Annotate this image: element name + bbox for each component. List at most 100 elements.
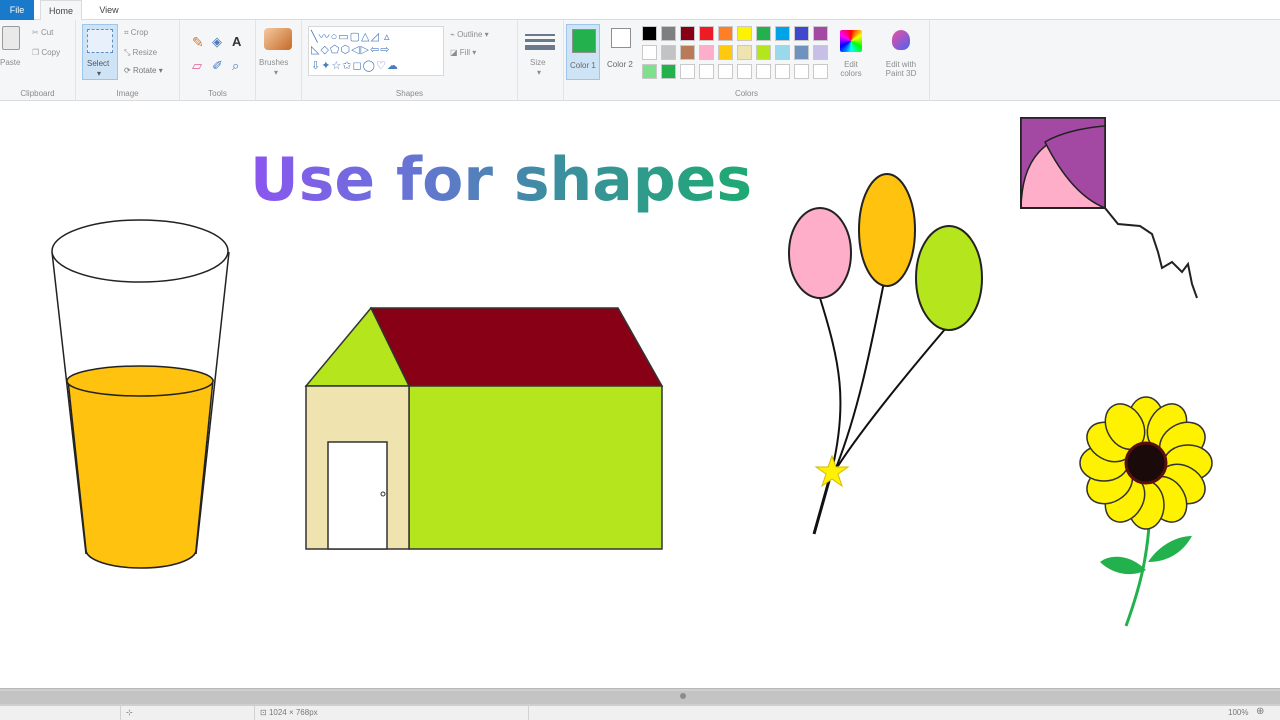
color-1-button[interactable]: Color 1 [566,24,600,80]
size-group: Size ▾ [518,20,564,101]
drawing-canvas[interactable]: Use for shapes [0,102,1280,688]
text-icon[interactable]: A [232,34,241,49]
image-group-label: Image [116,89,139,98]
shapes-gallery[interactable]: ╲〰○▭▢△◿ ▵ ◺◇⬠⬡◁▷⇦⇨ ⇩✦☆✩◻◯♡☁ [308,26,444,76]
paint-3d-icon [892,30,910,50]
flower-head [1079,396,1213,530]
ribbon: Paste ✂ Cut ❐ Copy Clipboard Select ▾ ⌗ … [0,20,1280,101]
palette-color-swatch[interactable] [756,26,771,41]
select-button[interactable]: Select ▾ [82,24,118,80]
scrollbar-thumb[interactable] [0,691,1280,704]
palette-color-swatch[interactable] [642,26,657,41]
tools-group: ✎ ◈ A ▱ ✐ ⌕ Tools [180,20,256,101]
tools-group-label: Tools [208,89,227,98]
fill-dropdown-icon: ▾ [472,48,477,57]
crop-button[interactable]: ⌗ Crop [124,28,148,38]
tab-home[interactable]: Home [40,0,82,21]
palette-color-swatch[interactable] [699,26,714,41]
balloon-star [814,454,850,488]
magnifier-icon[interactable]: ⌕ [232,58,239,74]
palette-color-swatch[interactable] [642,45,657,60]
fill-label: Fill [459,48,471,57]
paint-window: File Home View Paste ✂ Cut ❐ Copy Clipbo… [0,0,1280,720]
pencil-icon[interactable]: ✎ [192,34,204,51]
cut-button[interactable]: ✂ Cut [32,28,53,37]
flower-center [1124,441,1168,485]
copy-icon: ❐ [32,48,40,57]
palette-color-swatch[interactable] [680,64,695,79]
cut-icon: ✂ [32,28,39,37]
fill-button[interactable]: ◪ Fill ▾ [450,48,476,57]
resize-button[interactable]: ⤡ Resize [124,48,157,58]
color-picker-icon[interactable]: ✐ [212,58,223,74]
flower-leaf-right [1148,536,1192,562]
brushes-icon[interactable] [264,28,292,50]
color-2-swatch [611,28,631,48]
edit-colors-icon [840,30,862,52]
juice-fill [67,366,214,569]
color-1-label: Color 1 [570,61,596,70]
palette-color-swatch[interactable] [661,45,676,60]
rotate-label: Rotate [132,66,157,75]
crop-label: Crop [130,28,149,37]
balloon-pink [788,207,852,299]
palette-color-swatch[interactable] [775,26,790,41]
tab-file[interactable]: File [0,0,34,20]
copy-button[interactable]: ❐ Copy [32,48,60,57]
status-separator [254,706,255,720]
status-separator [120,706,121,720]
horizontal-scrollbar[interactable] [0,688,1280,706]
palette-color-swatch[interactable] [775,45,790,60]
paint-3d-button[interactable]: Edit with Paint 3D [876,24,926,80]
tab-view[interactable]: View [90,0,128,20]
palette-color-swatch[interactable] [680,45,695,60]
palette-color-swatch[interactable] [794,64,809,79]
edit-colors-button[interactable]: Edit colors [832,24,870,80]
palette-color-swatch[interactable] [680,26,695,41]
rotate-button[interactable]: ⟳ Rotate ▾ [124,66,163,75]
brushes-dropdown-icon: ▾ [274,68,279,77]
fill-icon[interactable]: ◈ [212,34,222,50]
palette-color-swatch[interactable] [699,64,714,79]
palette-color-swatch[interactable] [718,26,733,41]
resize-grip-icon[interactable] [680,693,686,699]
palette-color-swatch[interactable] [775,64,790,79]
palette-color-swatch[interactable] [737,26,752,41]
image-size: ⊡ 1024 × 768px [260,708,318,717]
eraser-icon[interactable]: ▱ [192,58,202,74]
palette-color-swatch[interactable] [661,64,676,79]
balloon-green [915,225,983,331]
palette-color-swatch[interactable] [813,64,828,79]
outline-button[interactable]: ⌁ Outline ▾ [450,30,489,39]
outline-label: Outline [457,30,483,39]
zoom-level: 100% [1228,708,1249,717]
palette-color-swatch[interactable] [794,26,809,41]
paint-3d-label: Edit with Paint 3D [885,60,917,78]
palette-color-swatch[interactable] [737,64,752,79]
palette-color-swatch[interactable] [737,45,752,60]
cut-label: Cut [40,28,54,37]
zoom-in-icon[interactable]: ⊕ [1256,706,1264,717]
resize-icon: ⤡ [124,48,131,57]
canvas-drawing [51,117,1213,627]
rotate-icon: ⟳ [124,66,131,75]
palette-color-swatch[interactable] [718,45,733,60]
paste-button[interactable]: Paste [0,58,20,67]
crop-icon: ⌗ [124,28,129,37]
palette-color-swatch[interactable] [756,45,771,60]
palette-color-swatch[interactable] [756,64,771,79]
palette-color-swatch[interactable] [794,45,809,60]
flower [1079,396,1213,627]
palette-color-swatch[interactable] [661,26,676,41]
palette-color-swatch[interactable] [642,64,657,79]
ribbon-tabs: File Home View [0,0,1280,21]
palette-color-swatch[interactable] [813,45,828,60]
shapes-group: ╲〰○▭▢△◿ ▵ ◺◇⬠⬡◁▷⇦⇨ ⇩✦☆✩◻◯♡☁ ⌁ Outline ▾ … [302,20,518,101]
palette-color-swatch[interactable] [699,45,714,60]
size-icon[interactable] [525,34,555,50]
palette-color-swatch[interactable] [813,26,828,41]
kite [1020,117,1198,299]
paste-icon [2,26,20,50]
color-2-button[interactable]: Color 2 [604,24,638,80]
palette-color-swatch[interactable] [718,64,733,79]
